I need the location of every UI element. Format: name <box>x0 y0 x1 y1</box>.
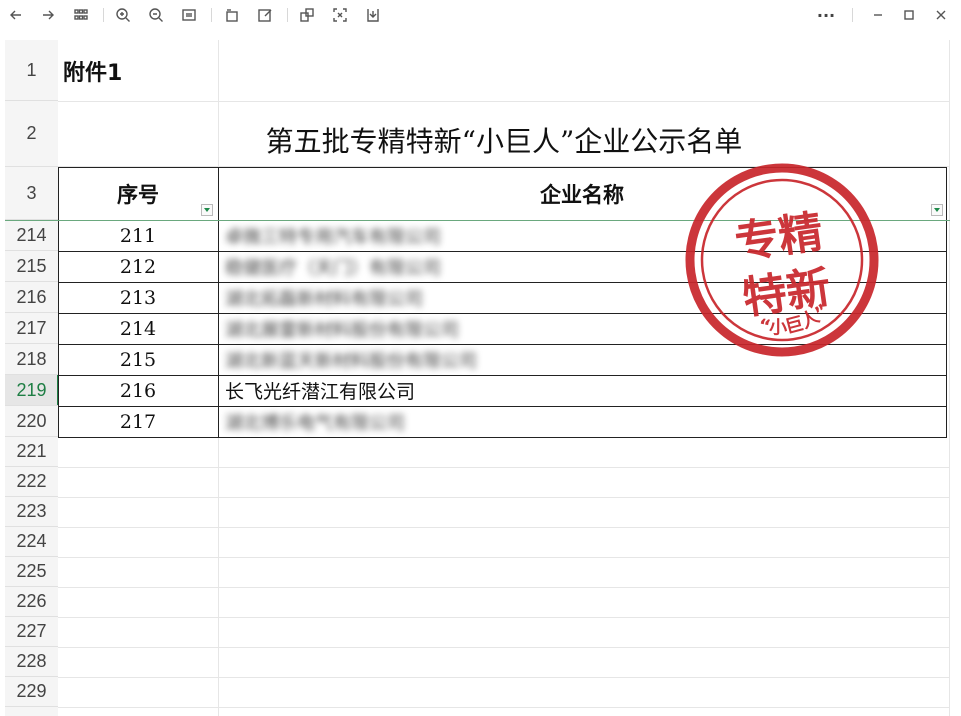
row-number[interactable]: 218 <box>5 344 58 375</box>
company-name-cell-redacted[interactable]: 湖北拓磊新材料有限公司 <box>225 282 423 313</box>
page-title[interactable]: 第五批专精特新“小巨人”企业公示名单 <box>58 101 950 167</box>
row-number[interactable]: 215 <box>5 251 58 282</box>
row-number[interactable]: 222 <box>5 467 58 497</box>
row-number[interactable]: 225 <box>5 557 58 587</box>
index-cell[interactable]: 215 <box>58 344 218 375</box>
more-icon[interactable]: ··· <box>816 5 836 25</box>
row-number[interactable]: 1 <box>5 40 58 101</box>
index-cell[interactable]: 211 <box>58 220 218 251</box>
company-name-cell-redacted[interactable]: 稳健医疗（天门）有限公司 <box>225 251 441 282</box>
edit-icon[interactable] <box>255 5 275 25</box>
row-number-active[interactable]: 219 <box>5 375 59 406</box>
filter-dropdown-icon[interactable] <box>931 204 943 216</box>
stamp-line1: 专精 <box>732 206 826 269</box>
company-name-cell[interactable]: 长飞光纤潜江有限公司 <box>225 375 415 406</box>
company-name-cell-redacted[interactable]: 湖北展雷新材料股份有限公司 <box>225 313 459 344</box>
row-number[interactable]: 216 <box>5 282 58 313</box>
row-number[interactable]: 214 <box>5 220 58 251</box>
row-number[interactable]: 226 <box>5 587 58 617</box>
rotate-icon[interactable] <box>222 5 242 25</box>
row-number[interactable]: 228 <box>5 647 58 677</box>
zoom-in-icon[interactable] <box>113 5 133 25</box>
row-number[interactable]: 220 <box>5 406 58 437</box>
viewer-toolbar: ··· <box>0 0 961 30</box>
company-name-cell-redacted[interactable]: 湖北新蓝天新材料股份有限公司 <box>225 344 477 375</box>
row-number[interactable]: 3 <box>5 167 58 220</box>
index-cell[interactable]: 214 <box>58 313 218 344</box>
index-cell[interactable]: 217 <box>58 406 218 437</box>
copy-icon[interactable] <box>297 5 317 25</box>
index-cell[interactable]: 213 <box>58 282 218 313</box>
close-icon[interactable] <box>931 5 951 25</box>
row-number[interactable]: 223 <box>5 497 58 527</box>
row-number[interactable]: 221 <box>5 437 58 467</box>
download-icon[interactable] <box>363 5 383 25</box>
maximize-icon[interactable] <box>899 5 919 25</box>
minimize-icon[interactable] <box>868 5 888 25</box>
spreadsheet-view[interactable]: 1 2 3 214 215 216 217 218 219 220 221 22… <box>5 40 950 716</box>
row-number[interactable]: 224 <box>5 527 58 557</box>
index-cell[interactable]: 212 <box>58 251 218 282</box>
attachment-label[interactable]: 附件1 <box>63 40 122 101</box>
index-cell[interactable]: 216 <box>58 375 218 406</box>
stamp-icon: 专精 特新 “小巨人” <box>685 163 879 357</box>
row-number[interactable]: 229 <box>5 677 58 707</box>
crop-icon[interactable] <box>330 5 350 25</box>
fit-icon[interactable] <box>179 5 199 25</box>
row-number[interactable]: 2 <box>5 101 58 167</box>
row-number[interactable]: 227 <box>5 617 58 647</box>
zoom-out-icon[interactable] <box>146 5 166 25</box>
grid-icon[interactable] <box>71 5 91 25</box>
filter-dropdown-icon[interactable] <box>201 204 213 216</box>
column-header-index[interactable]: 序号 <box>58 167 218 220</box>
forward-icon[interactable] <box>38 5 58 25</box>
back-icon[interactable] <box>6 5 26 25</box>
company-name-cell-redacted[interactable]: 湖北博乐电气有限公司 <box>225 406 405 437</box>
row-number[interactable]: 217 <box>5 313 58 344</box>
company-name-cell-redacted[interactable]: 卓微三特专用汽车有限公司 <box>225 220 441 251</box>
